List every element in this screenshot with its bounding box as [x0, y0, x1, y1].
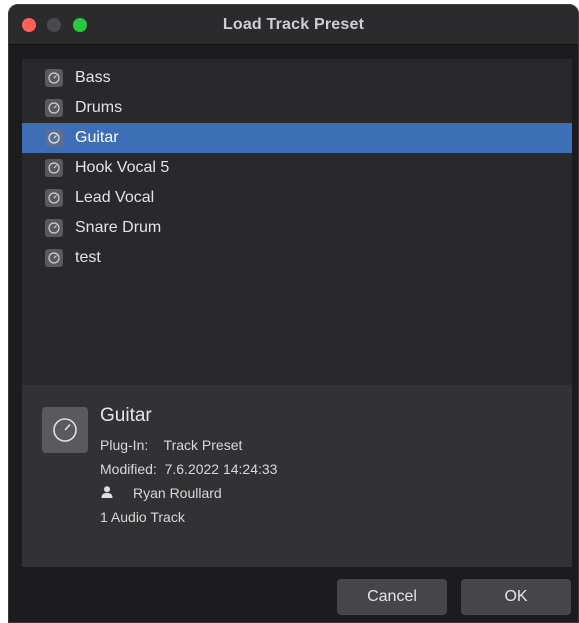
- preset-row-snare-drum[interactable]: Snare Drum: [22, 213, 572, 243]
- preset-knob-icon: [45, 249, 63, 267]
- window-title: Load Track Preset: [222, 16, 365, 33]
- preset-knob-icon: [45, 189, 63, 207]
- preset-row-drums[interactable]: Drums: [22, 93, 572, 123]
- preset-knob-icon: [45, 159, 63, 177]
- preset-knob-icon: [42, 407, 88, 453]
- preset-detail-panel: Guitar Plug-In: Track Preset Modified: 7…: [22, 385, 572, 567]
- person-icon: [101, 486, 113, 498]
- title-bar: Load Track Preset: [9, 5, 578, 45]
- preset-label: Lead Vocal: [75, 189, 155, 206]
- preset-author: Ryan Roullard: [133, 485, 222, 501]
- preset-list[interactable]: Bass Drums Guitar Hook Vocal 5 Lead Voca…: [22, 59, 572, 385]
- preset-label: Hook Vocal 5: [75, 159, 170, 176]
- preset-panel: Bass Drums Guitar Hook Vocal 5 Lead Voca…: [22, 59, 572, 567]
- preset-knob-icon: [45, 129, 63, 147]
- preset-label: Snare Drum: [75, 219, 162, 236]
- preset-knob-icon: [45, 219, 63, 237]
- load-track-preset-dialog: Load Track Preset Bass Drums Guitar Hook…: [8, 4, 579, 623]
- preset-knob-icon: [45, 69, 63, 87]
- preset-row-lead-vocal[interactable]: Lead Vocal: [22, 183, 572, 213]
- preset-row-test[interactable]: test: [22, 243, 572, 273]
- ok-button[interactable]: OK: [461, 579, 571, 615]
- preset-label: Bass: [75, 69, 111, 86]
- preset-label: Drums: [75, 99, 123, 116]
- preset-knob-icon: [45, 99, 63, 117]
- preset-label: test: [75, 249, 101, 266]
- preset-row-bass[interactable]: Bass: [22, 63, 572, 93]
- preset-row-hook-vocal-5[interactable]: Hook Vocal 5: [22, 153, 572, 183]
- preset-name: Guitar: [100, 405, 152, 426]
- preset-modified: Modified: 7.6.2022 14:24:33: [100, 461, 278, 477]
- preset-row-guitar[interactable]: Guitar: [22, 123, 572, 153]
- preset-track-count: 1 Audio Track: [100, 509, 185, 525]
- preset-label: Guitar: [75, 129, 119, 146]
- cancel-button[interactable]: Cancel: [337, 579, 447, 615]
- preset-plugin: Plug-In: Track Preset: [100, 437, 243, 453]
